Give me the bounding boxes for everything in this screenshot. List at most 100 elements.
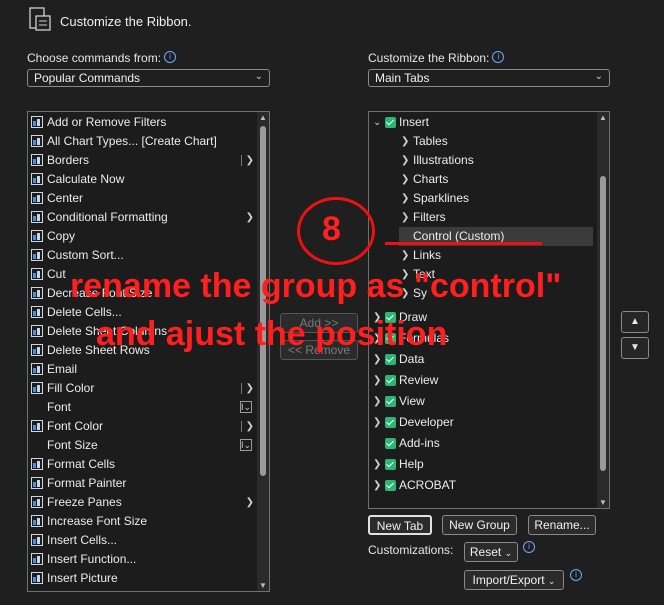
chevron-right-icon[interactable]: ❯ <box>401 208 409 227</box>
checkbox[interactable] <box>385 117 396 128</box>
checkbox[interactable] <box>385 354 396 365</box>
checkbox[interactable] <box>385 396 396 407</box>
chevron-down-icon[interactable]: ⌄ <box>373 113 381 132</box>
move-down-button[interactable]: ▼ <box>621 337 649 359</box>
command-item[interactable]: Insert Picture <box>30 569 256 588</box>
ribbon-group-item[interactable]: ❯ Links <box>369 246 595 265</box>
command-item[interactable]: Font Size I⌄ <box>30 436 256 455</box>
reset-button[interactable]: Reset ⌄ <box>464 542 518 562</box>
move-up-button[interactable]: ▲ <box>621 311 649 333</box>
ribbon-tabs-tree[interactable]: ▲ ▼ ⌄ Insert ❯ Tables ❯ Illustrations ❯ Charts ❯… <box>368 111 610 509</box>
chevron-down-icon: ⌄ <box>254 71 263 82</box>
tree-item-label: Developer <box>399 415 454 429</box>
checkbox[interactable] <box>385 480 396 491</box>
scroll-down-icon[interactable]: ▼ <box>259 581 267 590</box>
tree-item-label: Charts <box>413 172 449 186</box>
copy-icon <box>30 229 44 243</box>
chevron-right-icon[interactable]: ❯ <box>373 476 381 495</box>
command-item[interactable]: Font Color ❯ <box>30 417 256 436</box>
info-icon[interactable]: i <box>492 51 505 63</box>
command-item-label: Increase Font Size <box>47 514 148 528</box>
ribbon-tab-item[interactable]: ❯ View <box>369 392 595 411</box>
new-group-button[interactable]: New Group <box>442 515 517 535</box>
submenu-arrow-icon: ❯ <box>245 212 254 223</box>
annotation-underline <box>385 242 542 245</box>
chevron-down-icon: ⌄ <box>504 548 513 558</box>
command-item[interactable]: Borders ❯ <box>30 151 256 170</box>
command-item[interactable]: Center <box>30 189 256 208</box>
checkbox[interactable] <box>385 459 396 470</box>
new-tab-button[interactable]: New Tab <box>368 515 432 535</box>
ribbon-group-item[interactable]: ❯ Filters <box>369 208 595 227</box>
command-item[interactable]: Insert Cells... <box>30 531 256 550</box>
command-item[interactable]: Freeze Panes ❯ <box>30 493 256 512</box>
checkbox[interactable] <box>385 417 396 428</box>
command-item[interactable]: Font I⌄ <box>30 398 256 417</box>
delete-cells-icon <box>30 305 44 319</box>
chevron-right-icon[interactable]: ❯ <box>373 371 381 390</box>
chevron-right-icon[interactable]: ❯ <box>401 170 409 189</box>
info-icon[interactable]: i <box>523 541 535 553</box>
command-item-label: Cut <box>47 267 66 281</box>
borders-icon <box>30 153 44 167</box>
command-item-label: Insert Function... <box>47 552 137 566</box>
command-item[interactable]: Format Painter <box>30 474 256 493</box>
command-item[interactable]: Format Cells <box>30 455 256 474</box>
ribbon-tab-item[interactable]: Add-ins <box>369 434 595 453</box>
ribbon-group-item[interactable]: ❯ Charts <box>369 170 595 189</box>
checkbox[interactable] <box>385 438 396 449</box>
command-item-label: Add or Remove Filters <box>47 115 167 129</box>
command-item[interactable]: Copy <box>30 227 256 246</box>
ribbon-group-item[interactable]: ❯ Illustrations <box>369 151 595 170</box>
command-item[interactable]: Fill Color ❯ <box>30 379 256 398</box>
tree-item-label: ACROBAT <box>399 478 457 492</box>
customize-ribbon-combo[interactable]: Main Tabs ⌄ <box>368 69 610 87</box>
command-item-label: Format Cells <box>47 457 116 471</box>
ribbon-tab-item[interactable]: ❯ ACROBAT <box>369 476 595 495</box>
chevron-right-icon[interactable]: ❯ <box>401 132 409 151</box>
command-item-label: Borders <box>47 153 90 167</box>
chevron-right-icon[interactable]: ❯ <box>373 455 381 474</box>
command-item[interactable]: Custom Sort... <box>30 246 256 265</box>
command-item[interactable]: Insert Function... <box>30 550 256 569</box>
annotation-text-line2: and ajust the position <box>96 315 448 353</box>
ribbon-group-item[interactable]: ❯ Sparklines <box>369 189 595 208</box>
picture-icon <box>30 571 44 585</box>
scroll-down-icon[interactable]: ▼ <box>599 498 607 507</box>
checkbox[interactable] <box>385 375 396 386</box>
chevron-right-icon[interactable]: ❯ <box>373 392 381 411</box>
section-title: Customize the Ribbon. <box>60 14 192 29</box>
choose-commands-combo[interactable]: Popular Commands ⌄ <box>27 69 270 87</box>
import-export-button[interactable]: Import/Export ⌄ <box>464 570 564 590</box>
scrollbar-thumb[interactable] <box>600 176 606 471</box>
tree-item-label: Tables <box>413 134 448 148</box>
ribbon-tab-item[interactable]: ❯ Review <box>369 371 595 390</box>
command-item[interactable]: Add or Remove Filters <box>30 113 256 132</box>
scroll-up-icon[interactable]: ▲ <box>259 113 267 122</box>
tree-item-label: View <box>399 394 425 408</box>
chevron-right-icon[interactable]: ❯ <box>401 246 409 265</box>
ribbon-tab-item[interactable]: ❯ Help <box>369 455 595 474</box>
chevron-right-icon[interactable]: ❯ <box>401 189 409 208</box>
info-icon[interactable]: i <box>570 569 582 581</box>
command-item-label: Copy <box>47 229 76 243</box>
ribbon-tab-item[interactable]: ❯ Developer <box>369 413 595 432</box>
command-item-label: Font Color <box>47 419 104 433</box>
ribbon-tree-scrollbar[interactable]: ▲ ▼ <box>597 112 609 508</box>
command-item[interactable]: Calculate Now <box>30 170 256 189</box>
annotation-text-line1: rename the group as "control" <box>70 267 562 305</box>
ribbon-group-item[interactable]: ❯ Tables <box>369 132 595 151</box>
conditional-formatting-icon <box>30 210 44 224</box>
choose-commands-combo-value: Popular Commands <box>34 71 141 85</box>
rename-button[interactable]: Rename... <box>528 515 596 535</box>
customize-ribbon-icon <box>29 7 51 31</box>
info-icon[interactable]: i <box>164 51 177 63</box>
chevron-right-icon[interactable]: ❯ <box>401 151 409 170</box>
command-item[interactable]: Email <box>30 360 256 379</box>
command-item[interactable]: Conditional Formatting ❯ <box>30 208 256 227</box>
ribbon-tab-item[interactable]: ⌄ Insert <box>369 113 595 132</box>
command-item[interactable]: All Chart Types... [Create Chart] <box>30 132 256 151</box>
scroll-up-icon[interactable]: ▲ <box>599 113 607 122</box>
chevron-right-icon[interactable]: ❯ <box>373 413 381 432</box>
command-item[interactable]: Increase Font Size <box>30 512 256 531</box>
